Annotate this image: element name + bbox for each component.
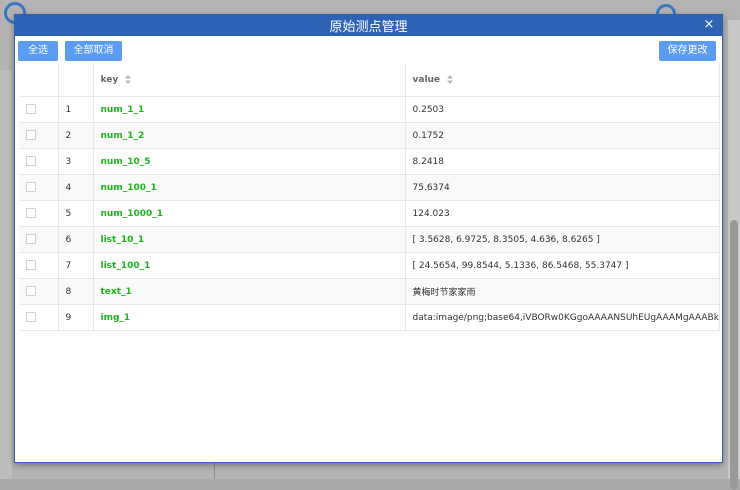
page-scrollbar-thumb[interactable] — [730, 220, 738, 490]
sort-icon[interactable] — [125, 75, 132, 84]
sort-icon[interactable] — [447, 75, 454, 84]
modal-toolbar: 全选 全部取消 保存更改 — [15, 36, 722, 64]
row-value: 0.2503 — [405, 96, 720, 123]
page-scrollbar[interactable] — [728, 20, 740, 490]
row-index: 4 — [58, 174, 94, 201]
header-checkbox-cell — [19, 64, 59, 97]
row-index: 8 — [58, 278, 94, 305]
table-row[interactable]: 1 num_1_1 0.2503 — [19, 96, 720, 123]
row-value: [ 3.5628, 6.9725, 8.3505, 4.636, 8.6265 … — [405, 226, 720, 253]
table-row[interactable]: 5 num_1000_1 124.023 — [19, 200, 720, 227]
table-row[interactable]: 4 num_100_1 75.6374 — [19, 174, 720, 201]
table-row[interactable]: 7 list_100_1 [ 24.5654, 99.8544, 5.1336,… — [19, 252, 720, 279]
row-key: num_100_1 — [93, 174, 406, 201]
close-icon[interactable]: × — [702, 17, 716, 33]
points-table-wrapper: key value 1 num_1_1 0.2503 2 num_1_2 0.1… — [19, 64, 720, 331]
row-checkbox[interactable] — [26, 104, 36, 115]
row-value: 0.1752 — [405, 122, 720, 149]
table-row[interactable]: 9 img_1 data:image/png;base64,iVBORw0KGg… — [19, 304, 720, 331]
row-checkbox[interactable] — [26, 234, 36, 245]
table-row[interactable]: 3 num_10_5 8.2418 — [19, 148, 720, 175]
row-key: num_1000_1 — [93, 200, 406, 227]
row-index: 6 — [58, 226, 94, 253]
row-value: [ 24.5654, 99.8544, 5.1336, 86.5468, 55.… — [405, 252, 720, 279]
table-header-row: key value — [19, 64, 720, 97]
row-value: 8.2418 — [405, 148, 720, 175]
row-checkbox[interactable] — [26, 130, 36, 141]
row-index: 3 — [58, 148, 94, 175]
background-sidebar — [0, 70, 12, 479]
row-checkbox[interactable] — [26, 260, 36, 271]
row-key: img_1 — [93, 304, 406, 331]
table-row[interactable]: 2 num_1_2 0.1752 — [19, 122, 720, 149]
points-table: key value 1 num_1_1 0.2503 2 num_1_2 0.1… — [19, 64, 720, 331]
row-checkbox[interactable] — [26, 312, 36, 323]
row-value: data:image/png;base64,iVBORw0KGgoAAAANSU… — [405, 304, 720, 331]
table-row[interactable]: 6 list_10_1 [ 3.5628, 6.9725, 8.3505, 4.… — [19, 226, 720, 253]
measure-point-modal: 原始测点管理 × 全选 全部取消 保存更改 key value 1 num_1_… — [14, 14, 723, 463]
row-value: 124.023 — [405, 200, 720, 227]
row-index: 7 — [58, 252, 94, 279]
row-key: num_1_2 — [93, 122, 406, 149]
row-index: 9 — [58, 304, 94, 331]
row-key: list_10_1 — [93, 226, 406, 253]
row-value: 黄梅时节家家雨 — [405, 278, 720, 305]
select-all-button[interactable]: 全选 — [18, 41, 58, 61]
row-checkbox[interactable] — [26, 156, 36, 167]
row-key: text_1 — [93, 278, 406, 305]
row-checkbox[interactable] — [26, 286, 36, 297]
header-key-cell[interactable]: key — [93, 64, 406, 97]
row-key: num_1_1 — [93, 96, 406, 123]
row-key: list_100_1 — [93, 252, 406, 279]
header-index-cell — [58, 64, 94, 97]
row-checkbox[interactable] — [26, 182, 36, 193]
header-value-label: value — [412, 75, 441, 85]
table-row[interactable]: 8 text_1 黄梅时节家家雨 — [19, 278, 720, 305]
background-divider — [214, 462, 215, 479]
row-checkbox[interactable] — [26, 208, 36, 219]
row-index: 1 — [58, 96, 94, 123]
modal-title: 原始测点管理 — [329, 20, 408, 35]
header-value-cell[interactable]: value — [405, 64, 720, 97]
header-key-label: key — [100, 75, 119, 85]
row-index: 5 — [58, 200, 94, 227]
cancel-all-button[interactable]: 全部取消 — [65, 41, 122, 61]
modal-header: 原始测点管理 × — [15, 15, 722, 36]
row-key: num_10_5 — [93, 148, 406, 175]
row-index: 2 — [58, 122, 94, 149]
save-changes-button[interactable]: 保存更改 — [659, 41, 716, 61]
row-value: 75.6374 — [405, 174, 720, 201]
